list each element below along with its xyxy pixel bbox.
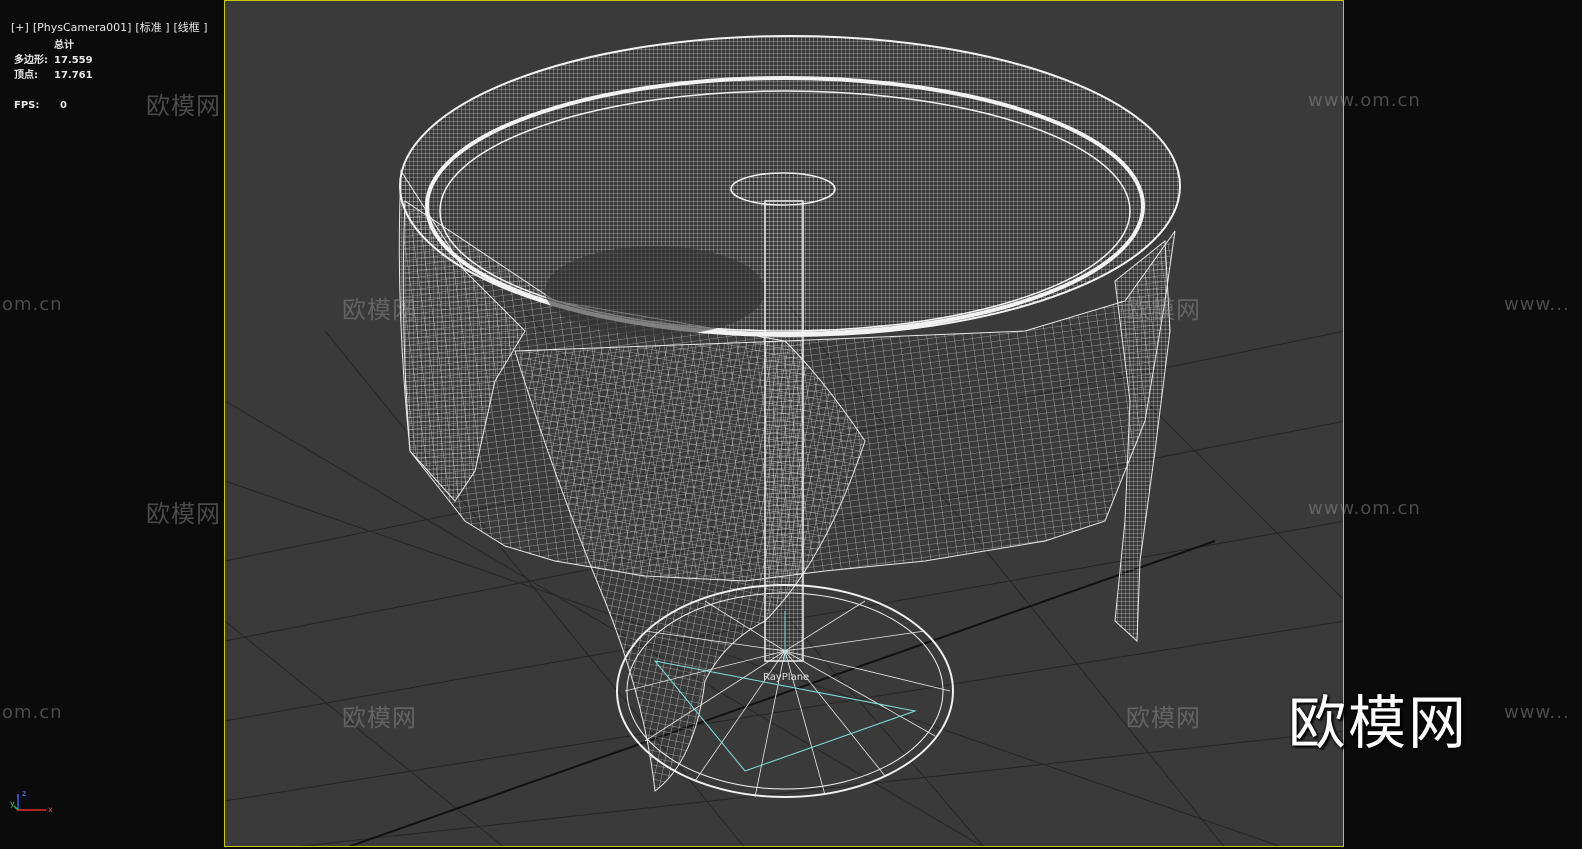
- watermark-brand: 欧模网: [1126, 704, 1201, 732]
- display-mode-selector[interactable]: [线框 ]: [174, 21, 208, 34]
- polygons-row: 多边形: 17.559: [14, 53, 154, 68]
- shading-mode-selector[interactable]: [标准 ]: [135, 21, 169, 34]
- polygons-value: 17.559: [54, 55, 93, 66]
- watermark-brand: 欧模网: [146, 500, 221, 528]
- axis-gizmo-icon: z y x: [10, 789, 53, 814]
- watermark-url-fragment: www...: [1504, 294, 1570, 315]
- watermark-brand: 欧模网: [146, 92, 221, 120]
- vertices-value: 17.761: [54, 70, 93, 81]
- axis-x-label: x: [48, 805, 53, 814]
- watermark-url: www.om.cn: [1308, 498, 1421, 519]
- rayplane-label: RayPlane: [763, 672, 810, 683]
- table-column: [764, 200, 804, 662]
- statistics-overlay: 总计 多边形: 17.559 顶点: 17.761 FPS: 0: [14, 38, 154, 113]
- brand-logo: 欧模网: [1288, 689, 1469, 757]
- vertices-row: 顶点: 17.761: [14, 68, 154, 83]
- stats-header: 总计: [54, 40, 74, 51]
- watermark-brand: 欧模网: [342, 296, 417, 324]
- fps-value: 0: [60, 100, 67, 111]
- viewport-menu-button[interactable]: [+]: [11, 21, 29, 34]
- fps-label: FPS:: [14, 100, 40, 111]
- viewport-label-bar: [+] [PhysCamera001] [标准 ] [线框 ]: [4, 6, 212, 35]
- watermark-url: www.om.cn: [1308, 90, 1421, 111]
- watermark-brand: 欧模网: [1126, 296, 1201, 324]
- watermark-url-fragment: om.cn: [2, 294, 63, 315]
- column-cap: [730, 172, 836, 206]
- axis-y-label: y: [10, 799, 15, 808]
- camera-selector[interactable]: [PhysCamera001]: [33, 21, 132, 34]
- axis-z-label: z: [22, 789, 26, 798]
- vertices-label: 顶点:: [14, 70, 38, 81]
- table-underside: [545, 246, 765, 336]
- fps-row: FPS: 0: [14, 98, 154, 113]
- stats-header-row: 总计: [14, 38, 154, 53]
- watermark-brand: 欧模网: [342, 704, 417, 732]
- polygons-label: 多边形:: [14, 55, 48, 66]
- watermark-url-fragment: om.cn: [2, 702, 63, 723]
- watermark-url-fragment: www...: [1504, 702, 1570, 723]
